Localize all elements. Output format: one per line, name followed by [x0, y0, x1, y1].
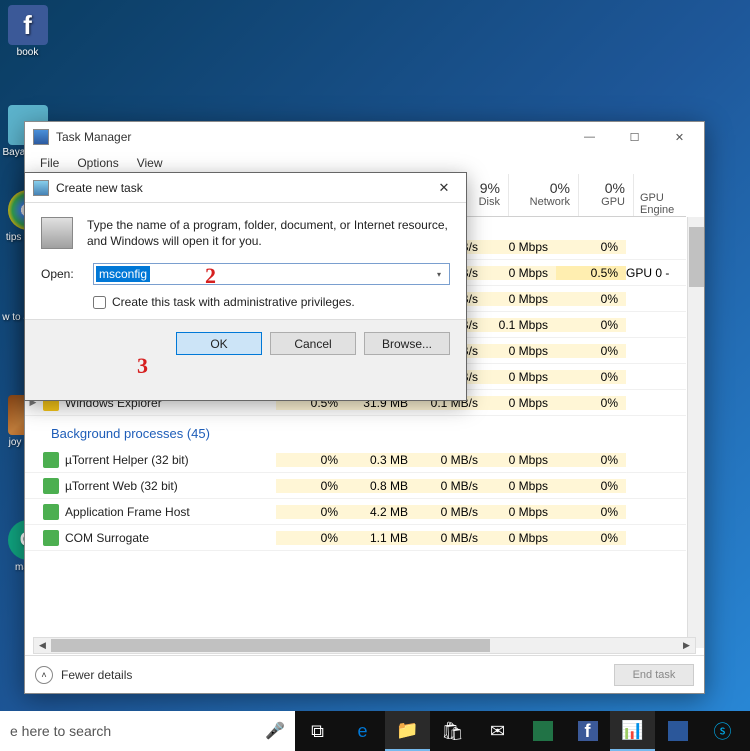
menubar: File Options View [25, 152, 704, 174]
run-icon [41, 217, 73, 249]
process-row[interactable]: µTorrent Web (32 bit)0%0.8 MB0 MB/s0 Mbp… [25, 473, 686, 499]
scroll-right-arrow[interactable]: ▶ [678, 638, 695, 653]
process-row[interactable]: COM Surrogate0%1.1 MB0 MB/s0 Mbps0% [25, 525, 686, 551]
create-task-dialog: Create new task ✕ Type the name of a pro… [24, 172, 467, 401]
open-value: msconfig [96, 266, 150, 282]
window-title: Task Manager [56, 130, 567, 144]
dialog-message: Type the name of a program, folder, docu… [87, 217, 450, 249]
background-section-header: Background processes (45) [25, 416, 686, 447]
task-manager-icon [33, 129, 49, 145]
menu-file[interactable]: File [31, 154, 68, 172]
dialog-title: Create new task [56, 181, 424, 195]
annotation-2: 2 [205, 263, 216, 289]
microphone-icon[interactable]: 🎤 [265, 721, 285, 741]
open-combobox[interactable]: msconfig ▾ [93, 263, 450, 285]
browse-button[interactable]: Browse... [364, 332, 450, 355]
ok-button[interactable]: OK [176, 332, 262, 355]
admin-checkbox[interactable] [93, 296, 106, 309]
taskbar-skype[interactable]: ⓢ [700, 711, 745, 751]
search-box[interactable]: e here to search 🎤 [0, 711, 295, 751]
taskbar-edge[interactable]: e [340, 711, 385, 751]
chevron-up-icon: ˄ [35, 666, 53, 684]
scrollbar-horizontal[interactable]: ◀ ▶ [33, 637, 696, 654]
run-dialog-icon [33, 180, 49, 196]
taskbar: e here to search 🎤 ⧉ e 📁 🛍 ✉ f 📊 ⓢ [0, 711, 750, 751]
footer: ˄ Fewer details End task [25, 655, 704, 693]
minimize-button[interactable]: — [567, 123, 612, 151]
dialog-close-button[interactable]: ✕ [424, 175, 464, 201]
taskbar-explorer[interactable]: 📁 [385, 711, 430, 751]
menu-options[interactable]: Options [68, 154, 127, 172]
admin-checkbox-label: Create this task with administrative pri… [112, 295, 355, 309]
scroll-left-arrow[interactable]: ◀ [34, 638, 51, 653]
open-label: Open: [41, 267, 93, 281]
col-gpu-engine[interactable]: GPU Engine [633, 174, 703, 216]
taskbar-facebook[interactable]: f [565, 711, 610, 751]
menu-view[interactable]: View [128, 154, 172, 172]
annotation-3: 3 [137, 353, 148, 379]
facebook-icon: f [8, 5, 48, 45]
taskbar-word[interactable] [655, 711, 700, 751]
col-gpu[interactable]: 0%GPU [578, 174, 633, 216]
desktop-icon-facebook[interactable]: fbook [0, 5, 55, 58]
end-task-button[interactable]: End task [614, 664, 694, 686]
search-placeholder: e here to search [10, 723, 111, 739]
titlebar[interactable]: Task Manager — ☐ ✕ [25, 122, 704, 152]
scrollbar-vertical[interactable] [687, 217, 704, 648]
dialog-titlebar[interactable]: Create new task ✕ [25, 173, 466, 203]
maximize-button[interactable]: ☐ [612, 123, 657, 151]
close-button[interactable]: ✕ [657, 123, 702, 151]
chevron-down-icon[interactable]: ▾ [431, 266, 447, 282]
taskbar-store[interactable]: 🛍 [430, 711, 475, 751]
task-view-button[interactable]: ⧉ [295, 711, 340, 751]
cancel-button[interactable]: Cancel [270, 332, 356, 355]
process-row[interactable]: µTorrent Helper (32 bit)0%0.3 MB0 MB/s0 … [25, 447, 686, 473]
fewer-details-button[interactable]: ˄ Fewer details [35, 666, 132, 684]
taskbar-task-manager[interactable]: 📊 [610, 711, 655, 751]
process-row[interactable]: Application Frame Host0%4.2 MB0 MB/s0 Mb… [25, 499, 686, 525]
col-network[interactable]: 0%Network [508, 174, 578, 216]
taskbar-excel[interactable] [520, 711, 565, 751]
taskbar-mail[interactable]: ✉ [475, 711, 520, 751]
